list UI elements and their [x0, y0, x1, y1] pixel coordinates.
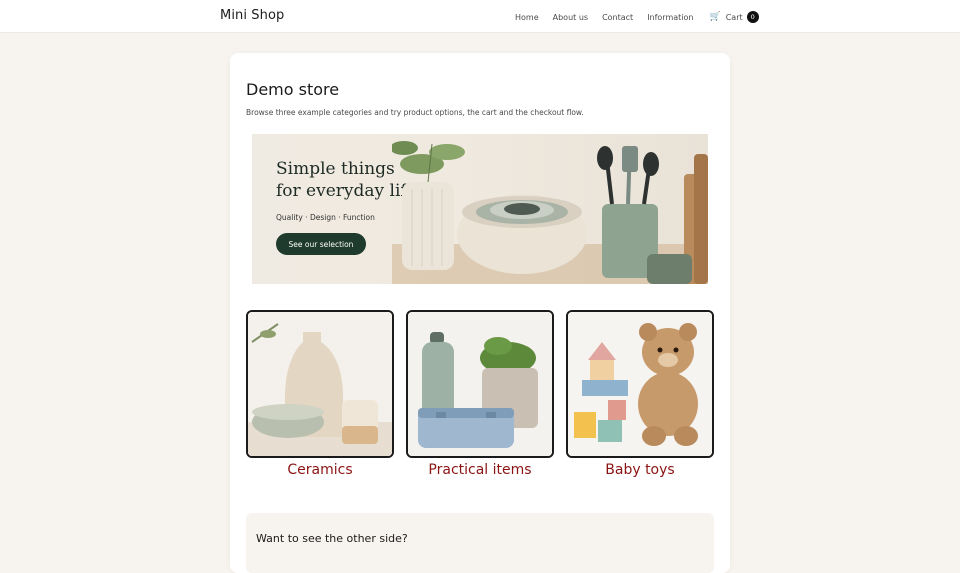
other-side-title: Want to see the other side?	[256, 532, 408, 545]
ceramics-image[interactable]	[246, 310, 394, 458]
cart-link[interactable]: 🛒 Cart 0	[710, 11, 759, 23]
category-practical-items[interactable]: Practical items	[406, 310, 554, 480]
hero-banner[interactable]: Simple things for everyday life Quality …	[252, 134, 708, 284]
page-subtitle: Browse three example categories and try …	[246, 108, 584, 117]
see-selection-button[interactable]: See our selection	[276, 233, 366, 255]
page-title: Demo store	[246, 80, 340, 99]
banner-tagline: Quality · Design · Function	[276, 213, 375, 222]
nav-about-us[interactable]: About us	[553, 13, 588, 22]
top-navigation-bar: Mini Shop Home About us Contact Informat…	[0, 0, 960, 33]
baby-toys-illustration	[568, 312, 712, 456]
store-card: Demo store Browse three example categori…	[230, 53, 730, 573]
main-nav: Home About us Contact Information 🛒 Cart…	[515, 11, 759, 23]
category-practical-items-label[interactable]: Practical items	[406, 462, 554, 478]
practical-items-illustration	[408, 312, 552, 456]
ceramics-illustration	[248, 312, 392, 456]
baby-toys-image[interactable]	[566, 310, 714, 458]
cart-label: Cart	[725, 12, 743, 22]
nav-contact[interactable]: Contact	[602, 13, 633, 22]
category-ceramics-label[interactable]: Ceramics	[246, 462, 394, 478]
category-baby-toys[interactable]: Baby toys	[566, 310, 714, 480]
brand-logo[interactable]: Mini Shop	[220, 8, 284, 23]
banner-product-image	[392, 141, 708, 284]
category-baby-toys-label[interactable]: Baby toys	[566, 462, 714, 478]
practical-items-image[interactable]	[406, 310, 554, 458]
other-side-section: Want to see the other side?	[246, 513, 714, 573]
nav-information[interactable]: Information	[647, 13, 693, 22]
category-ceramics[interactable]: Ceramics	[246, 310, 394, 480]
cart-icon: 🛒	[709, 12, 721, 22]
nav-home[interactable]: Home	[515, 13, 539, 22]
cart-count-badge: 0	[746, 11, 759, 23]
